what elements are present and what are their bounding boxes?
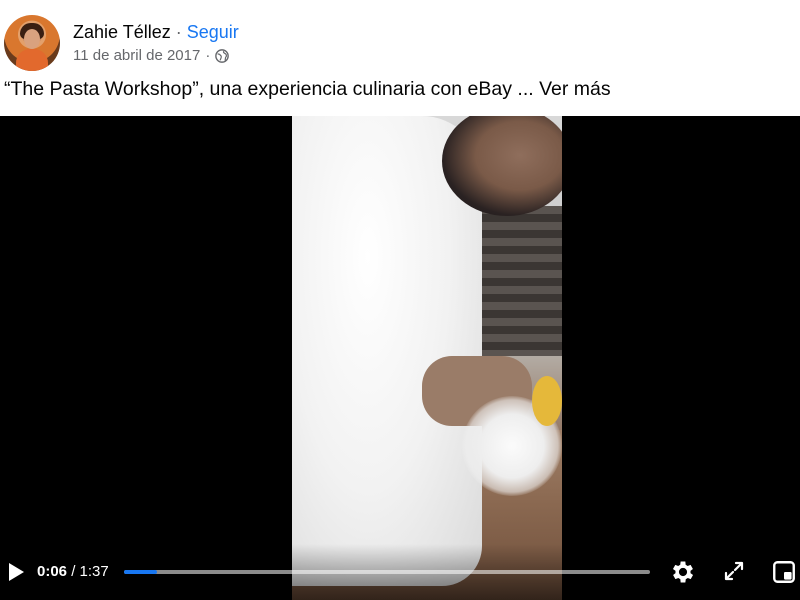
play-icon[interactable] [4, 560, 28, 584]
fullscreen-icon[interactable] [722, 559, 746, 583]
progress-bar[interactable] [124, 570, 650, 574]
progress-fill [124, 570, 157, 574]
time-display: 0:06 / 1:37 [37, 563, 109, 580]
date-separator: · [205, 47, 211, 64]
caption-text: “The Pasta Workshop”, una experiencia cu… [4, 78, 534, 100]
video-controls: 0:06 / 1:37 [0, 544, 800, 600]
post-caption: “The Pasta Workshop”, una experiencia cu… [4, 78, 611, 101]
total-duration: 1:37 [79, 563, 109, 580]
author-name[interactable]: Zahie Téllez [73, 22, 171, 43]
follow-button[interactable]: Seguir [187, 22, 239, 43]
video-player[interactable]: 0:06 / 1:37 [0, 116, 800, 600]
post-date[interactable]: 11 de abril de 2017 [73, 47, 200, 64]
miniplayer-icon[interactable] [771, 559, 797, 585]
post-meta: 11 de abril de 2017 · [73, 47, 230, 64]
author-row: Zahie Téllez · Seguir [73, 22, 239, 43]
author-avatar[interactable] [4, 15, 60, 71]
current-time: 0:06 [37, 563, 68, 580]
post-header: Zahie Téllez · Seguir 11 de abril de 201… [0, 0, 800, 112]
name-separator: · [175, 22, 182, 42]
globe-icon[interactable] [215, 48, 230, 63]
settings-gear-icon[interactable] [669, 558, 697, 586]
time-separator: / [67, 563, 80, 580]
see-more-link[interactable]: Ver más [539, 78, 611, 100]
video-frame [292, 116, 562, 600]
